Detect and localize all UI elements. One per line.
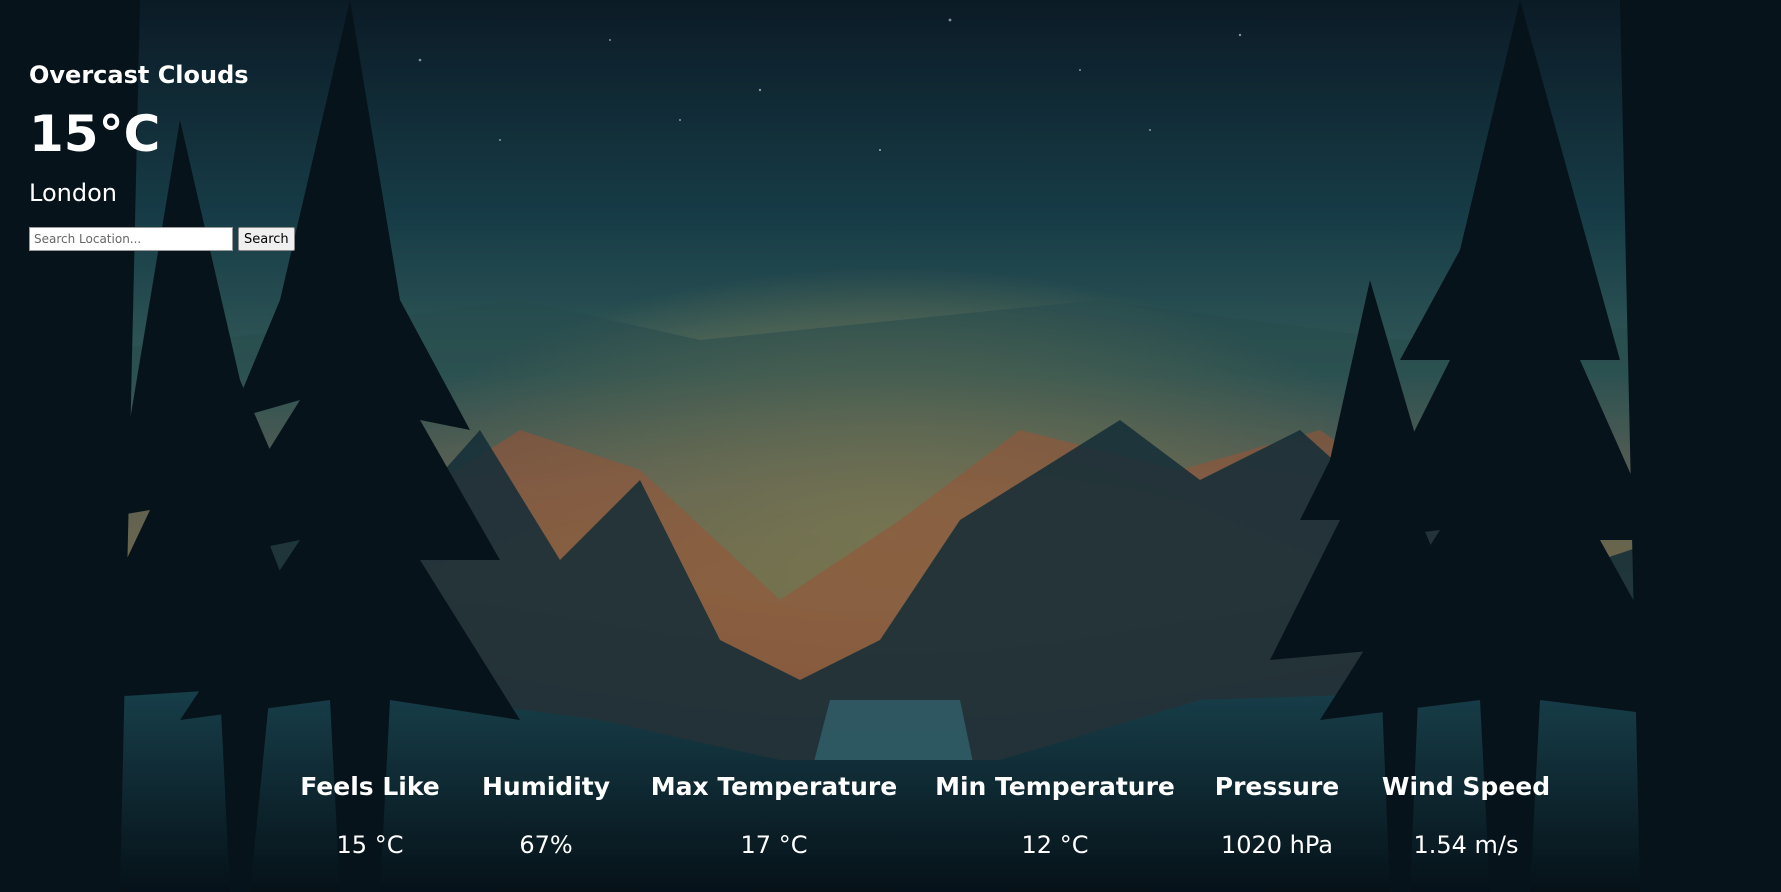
search-input[interactable]: [29, 227, 233, 251]
stat-value: 15 °C: [336, 831, 404, 859]
stat-min-temperature: Min Temperature 12 °C: [935, 770, 1175, 860]
current-temperature: 15°C: [29, 105, 161, 163]
stat-wind-speed: Wind Speed 1.54 m/s: [1382, 770, 1550, 860]
weather-condition: Overcast Clouds: [29, 61, 249, 89]
stat-label: Feels Like: [300, 772, 440, 801]
stat-label: Humidity: [481, 772, 611, 801]
city-name: London: [29, 179, 117, 207]
stat-label: Wind Speed: [1381, 772, 1551, 801]
stat-value: 67%: [519, 831, 573, 859]
stat-label: Max Temperature: [650, 772, 898, 801]
stat-humidity: Humidity 67%: [482, 770, 610, 860]
current-weather-panel: Overcast Clouds 15°C London Search: [29, 60, 295, 251]
weather-stats: Feels Like 15 °C Humidity 67% Max Temper…: [0, 770, 1781, 870]
stat-value: 1020 hPa: [1220, 831, 1334, 859]
search-button[interactable]: Search: [238, 227, 295, 251]
stat-pressure: Pressure 1020 hPa: [1215, 770, 1339, 860]
stat-label: Min Temperature: [935, 772, 1175, 801]
stat-value: 17 °C: [740, 831, 808, 859]
stat-label: Pressure: [1214, 772, 1340, 801]
stat-max-temperature: Max Temperature 17 °C: [651, 770, 897, 860]
stat-value: 1.54 m/s: [1413, 831, 1519, 859]
stat-feels-like: Feels Like 15 °C: [300, 770, 440, 860]
search-bar: Search: [29, 227, 295, 251]
stat-value: 12 °C: [1021, 831, 1089, 859]
weather-app: Overcast Clouds 15°C London Search Feels…: [0, 0, 1781, 892]
